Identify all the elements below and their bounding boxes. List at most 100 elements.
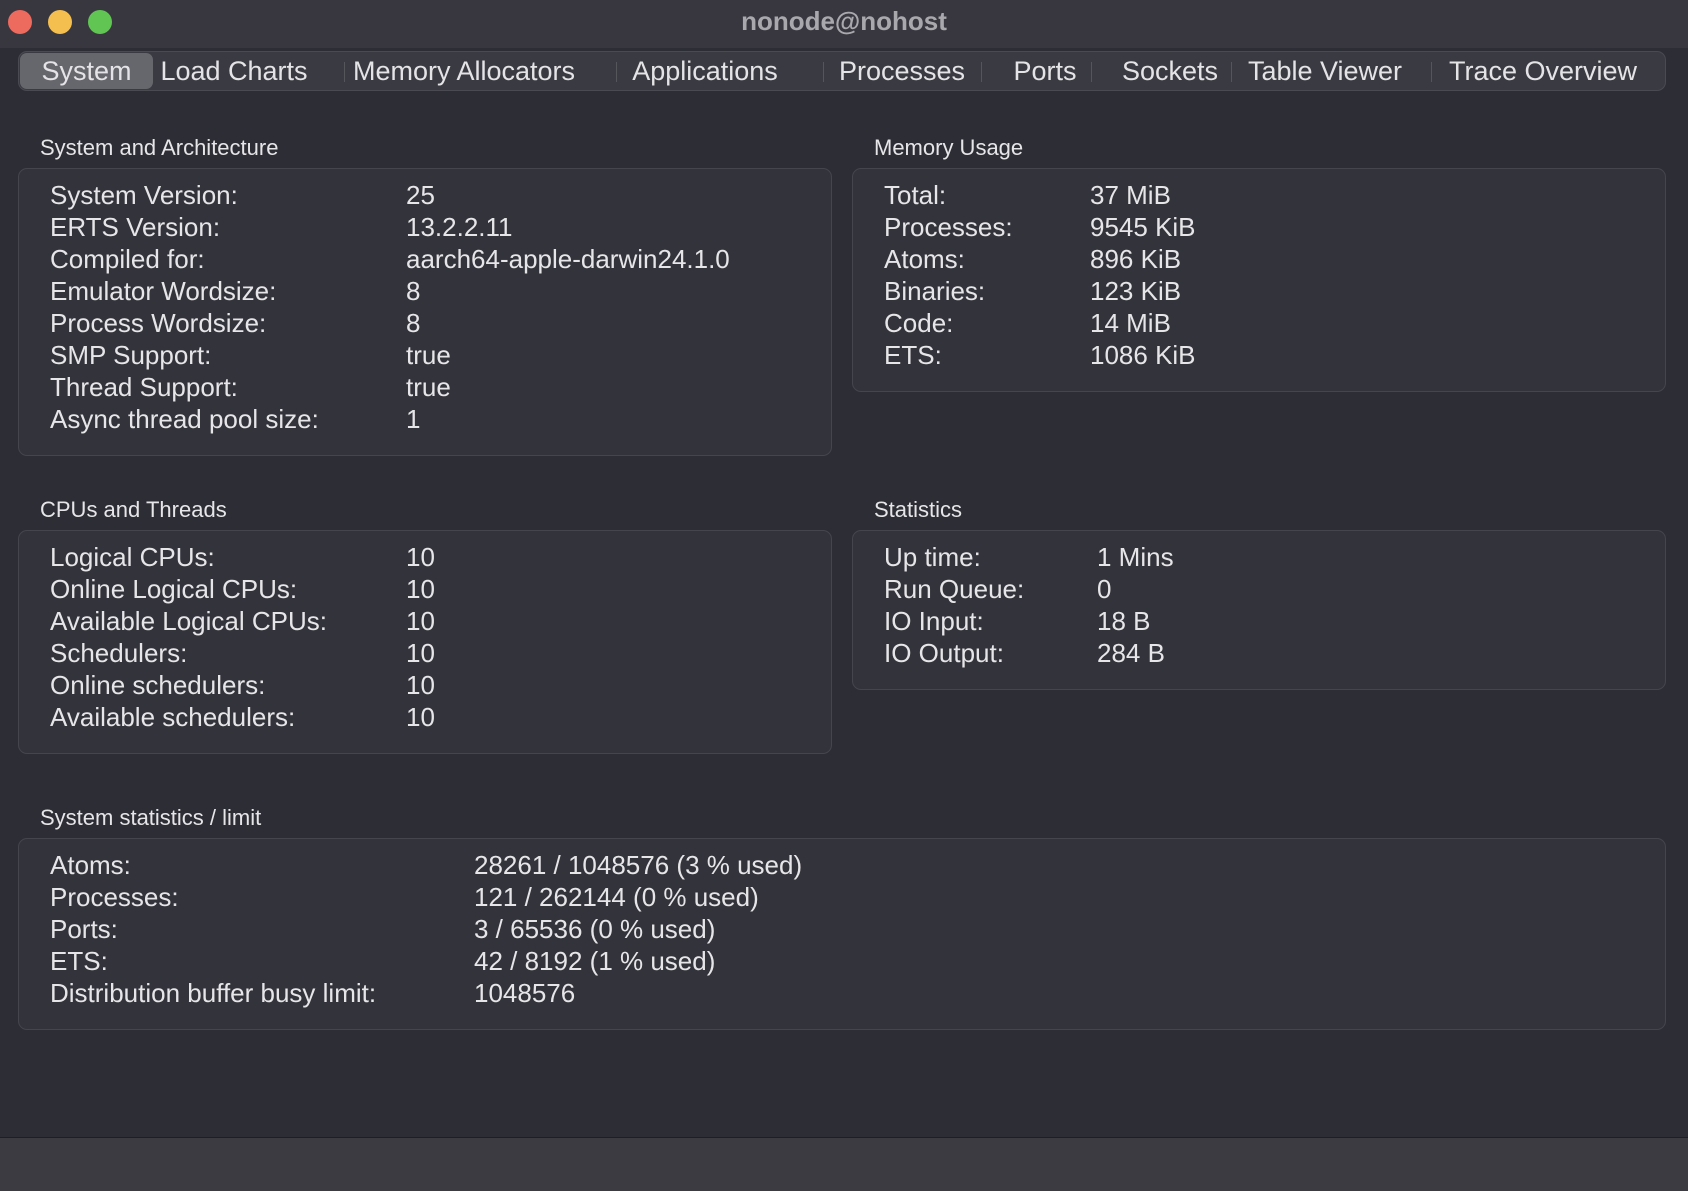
- info-row: Ports: 3 / 65536 (0 % used): [50, 913, 1650, 945]
- window-title: nonode@nohost: [741, 6, 947, 36]
- title-bar: nonode@nohost: [0, 0, 1688, 48]
- info-value: 8: [406, 276, 421, 306]
- info-row: Processes: 9545 KiB: [884, 211, 1654, 243]
- info-label: Schedulers:: [50, 638, 188, 668]
- info-label: IO Input:: [884, 606, 984, 636]
- cpus-threads-group: Logical CPUs: 10 Online Logical CPUs: 10…: [18, 530, 832, 754]
- status-bar: [0, 1137, 1688, 1191]
- tab-trace-overview[interactable]: Trace Overview: [1437, 52, 1649, 90]
- tab-separator: [823, 62, 824, 82]
- info-label: Distribution buffer busy limit:: [50, 978, 377, 1008]
- info-label: Compiled for:: [50, 244, 205, 274]
- tab-separator: [1091, 62, 1092, 82]
- tab-separator: [981, 62, 982, 82]
- info-row: Code: 14 MiB: [884, 307, 1654, 339]
- info-row: Schedulers: 10: [50, 637, 820, 669]
- info-value: 3 / 65536 (0 % used): [474, 914, 716, 944]
- info-label: Ports:: [50, 914, 118, 944]
- tab-memory-allocators[interactable]: Memory Allocators: [349, 52, 579, 90]
- info-row: ERTS Version: 13.2.2.11: [50, 211, 820, 243]
- info-value: 1 Mins: [1097, 542, 1174, 572]
- info-value: 284 B: [1097, 638, 1165, 668]
- info-value: true: [406, 372, 451, 402]
- info-label: Atoms:: [50, 850, 131, 880]
- tab-separator: [344, 62, 345, 82]
- tab-processes[interactable]: Processes: [827, 52, 977, 90]
- info-row: Process Wordsize: 8: [50, 307, 820, 339]
- info-value: aarch64-apple-darwin24.1.0: [406, 244, 730, 274]
- info-value: 1086 KiB: [1090, 340, 1196, 370]
- info-label: Up time:: [884, 542, 981, 572]
- info-value: 14 MiB: [1090, 308, 1171, 338]
- memory-usage-group: Total: 37 MiB Processes: 9545 KiB Atoms:…: [852, 168, 1666, 392]
- info-label: Available Logical CPUs:: [50, 606, 327, 636]
- info-value: 28261 / 1048576 (3 % used): [474, 850, 803, 880]
- info-row: Run Queue: 0: [884, 573, 1654, 605]
- system-architecture-group: System Version: 25 ERTS Version: 13.2.2.…: [18, 168, 832, 456]
- info-label: Processes:: [884, 212, 1013, 242]
- info-label: SMP Support:: [50, 340, 212, 370]
- info-label: System Version:: [50, 180, 238, 210]
- info-row: Atoms: 28261 / 1048576 (3 % used): [50, 849, 1650, 881]
- info-label: Available schedulers:: [50, 702, 296, 732]
- tab-ports[interactable]: Ports: [995, 52, 1095, 90]
- tab-applications[interactable]: Applications: [619, 52, 791, 90]
- info-row: Async thread pool size: 1: [50, 403, 820, 435]
- info-value: 1048576: [474, 978, 576, 1008]
- info-value: 10: [406, 702, 435, 732]
- info-value: true: [406, 340, 451, 370]
- info-row: Online schedulers: 10: [50, 669, 820, 701]
- info-label: ERTS Version:: [50, 212, 221, 242]
- info-label: Thread Support:: [50, 372, 238, 402]
- info-value: 10: [406, 606, 435, 636]
- info-value: 10: [406, 542, 435, 572]
- info-label: IO Output:: [884, 638, 1004, 668]
- info-row: Distribution buffer busy limit: 1048576: [50, 977, 1650, 1009]
- tab-separator: [1431, 62, 1432, 82]
- system-limits-group: Atoms: 28261 / 1048576 (3 % used) Proces…: [18, 838, 1666, 1030]
- info-label: Total:: [884, 180, 947, 210]
- tab-system[interactable]: System: [20, 53, 153, 89]
- tab-separator: [616, 62, 617, 82]
- observer-window: nonode@nohost System Load Charts Memory …: [0, 0, 1688, 1191]
- info-label: Emulator Wordsize:: [50, 276, 277, 306]
- system-architecture-title: System and Architecture: [40, 135, 279, 160]
- info-label: Atoms:: [884, 244, 965, 274]
- info-row: Available Logical CPUs: 10: [50, 605, 820, 637]
- info-value: 8: [406, 308, 421, 338]
- info-row: Atoms: 896 KiB: [884, 243, 1654, 275]
- info-label: Async thread pool size:: [50, 404, 319, 434]
- info-value: 896 KiB: [1090, 244, 1182, 274]
- info-label: Code:: [884, 308, 954, 338]
- info-label: Online Logical CPUs:: [50, 574, 298, 604]
- tab-bar: System Load Charts Memory Allocators App…: [18, 51, 1666, 91]
- info-value: 42 / 8192 (1 % used): [474, 946, 716, 976]
- info-value: 10: [406, 638, 435, 668]
- info-row: ETS: 1086 KiB: [884, 339, 1654, 371]
- info-value: 10: [406, 574, 435, 604]
- system-limits-title: System statistics / limit: [40, 805, 262, 830]
- memory-usage-title: Memory Usage: [874, 135, 1024, 160]
- info-value: 0: [1097, 574, 1112, 604]
- info-row: Online Logical CPUs: 10: [50, 573, 820, 605]
- info-row: Logical CPUs: 10: [50, 541, 820, 573]
- tab-separator: [1231, 62, 1232, 82]
- info-row: ETS: 42 / 8192 (1 % used): [50, 945, 1650, 977]
- info-label: ETS:: [884, 340, 942, 370]
- info-row: System Version: 25: [50, 179, 820, 211]
- info-row: Total: 37 MiB: [884, 179, 1654, 211]
- info-value: 9545 KiB: [1090, 212, 1196, 242]
- tab-table-viewer[interactable]: Table Viewer: [1245, 52, 1405, 90]
- tab-sockets[interactable]: Sockets: [1105, 52, 1235, 90]
- statistics-title: Statistics: [874, 497, 963, 522]
- info-row: Processes: 121 / 262144 (0 % used): [50, 881, 1650, 913]
- info-row: IO Output: 284 B: [884, 637, 1654, 669]
- info-label: Logical CPUs:: [50, 542, 215, 572]
- tab-load-charts[interactable]: Load Charts: [153, 52, 315, 90]
- info-row: Emulator Wordsize: 8: [50, 275, 820, 307]
- info-row: Thread Support: true: [50, 371, 820, 403]
- info-value: 13.2.2.11: [406, 212, 513, 242]
- info-value: 18 B: [1097, 606, 1151, 636]
- cpus-threads-title: CPUs and Threads: [40, 497, 227, 522]
- info-label: ETS:: [50, 946, 108, 976]
